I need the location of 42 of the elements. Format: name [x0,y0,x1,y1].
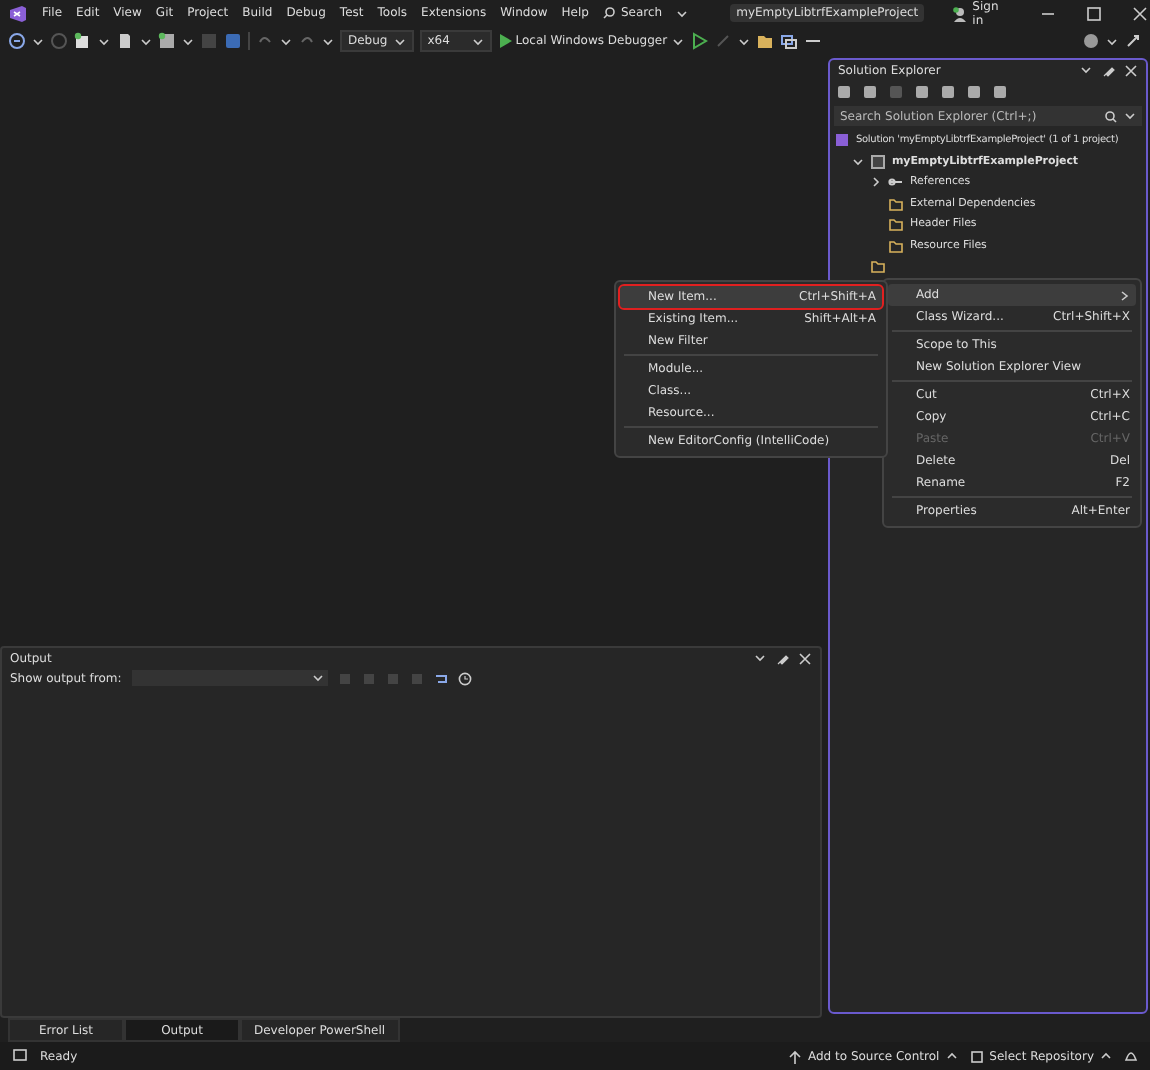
save-all-icon[interactable] [158,32,176,50]
caret-icon[interactable] [322,35,334,47]
search-icon [1104,109,1118,123]
start-without-debugging-icon[interactable] [689,32,708,50]
caret-icon [393,35,406,47]
caret-icon [1124,110,1136,122]
caret-icon[interactable] [32,35,44,47]
caret-icon[interactable] [182,35,194,47]
windows-icon[interactable] [779,32,798,50]
caret-icon[interactable] [1080,63,1094,77]
feedback-icon[interactable] [1124,32,1142,50]
project-icon [870,153,886,170]
caret-icon [311,672,324,684]
play-icon [497,34,512,48]
caret-icon[interactable] [676,7,689,19]
caret-icon[interactable] [140,35,152,47]
caret-icon[interactable] [98,35,110,47]
clock-icon[interactable] [457,671,472,685]
file-icon[interactable] [116,32,134,50]
caret-icon[interactable] [754,651,768,665]
search-icon [602,6,617,20]
caret-icon [671,35,684,47]
word-wrap-icon[interactable] [433,671,448,685]
bell-icon[interactable] [1124,1049,1138,1063]
pin-icon[interactable] [776,651,790,665]
folder-icon[interactable] [755,32,774,50]
caret-icon[interactable] [1106,35,1118,47]
caret-icon[interactable] [280,35,292,47]
solution-icon [834,132,850,149]
upload-icon [788,1049,802,1063]
logo-icon [8,3,28,23]
caret-icon [1100,1050,1112,1062]
pin-icon[interactable] [1102,63,1116,77]
close-icon[interactable] [798,651,812,665]
account-icon [952,5,969,21]
caret-icon [945,1050,958,1062]
caret-icon[interactable] [737,35,750,47]
navigate-icon[interactable] [8,32,26,50]
new-project-icon[interactable] [74,32,92,50]
references-icon [888,174,904,191]
close-icon[interactable] [1124,63,1138,77]
caret-icon [471,35,484,47]
